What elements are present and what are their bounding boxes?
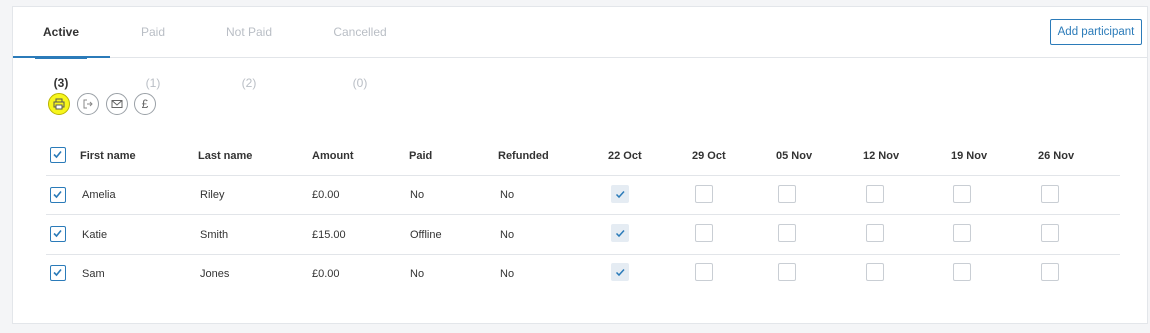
header-paid[interactable]: Paid bbox=[409, 150, 432, 162]
email-icon[interactable] bbox=[106, 93, 128, 115]
header-first-name[interactable]: First name bbox=[80, 150, 136, 162]
cell-amount: £0.00 bbox=[312, 189, 340, 201]
row-divider bbox=[46, 254, 1120, 255]
header-date-12-nov: 12 Nov bbox=[863, 150, 900, 162]
attendance-checkbox[interactable] bbox=[953, 185, 971, 203]
attendance-checkbox[interactable] bbox=[778, 224, 796, 242]
cell-amount: £15.00 bbox=[312, 229, 346, 241]
tab-active[interactable]: Active (3) bbox=[35, 7, 87, 90]
attendance-checkbox[interactable] bbox=[1041, 263, 1059, 281]
cell-last-name: Riley bbox=[200, 189, 225, 201]
attendance-checkbox[interactable] bbox=[778, 185, 796, 203]
attendance-checkbox[interactable] bbox=[953, 224, 971, 242]
attendance-checkbox[interactable] bbox=[866, 185, 884, 203]
pound-icon[interactable]: £ bbox=[134, 93, 156, 115]
add-participant-button[interactable]: Add participant bbox=[1050, 19, 1142, 45]
attendance-checkbox[interactable] bbox=[611, 263, 629, 281]
header-last-name[interactable]: Last name bbox=[198, 150, 252, 162]
attendance-checkbox[interactable] bbox=[611, 224, 629, 242]
header-date-19-nov: 19 Nov bbox=[951, 150, 988, 162]
attendance-checkbox[interactable] bbox=[695, 185, 713, 203]
participants-panel: Active (3) Paid (1) Not Paid (2) Cancell… bbox=[12, 6, 1148, 324]
row-divider bbox=[46, 175, 1120, 176]
cell-first-name: Katie bbox=[82, 229, 108, 241]
attendance-checkbox[interactable] bbox=[778, 263, 796, 281]
attendance-checkbox[interactable] bbox=[866, 224, 884, 242]
header-date-05-nov: 05 Nov bbox=[776, 150, 813, 162]
cell-first-name: Sam bbox=[82, 268, 105, 280]
row-select-checkbox[interactable] bbox=[50, 226, 66, 242]
cell-refunded: No bbox=[500, 268, 515, 280]
header-date-22-oct: 22 Oct bbox=[608, 150, 642, 162]
row-divider bbox=[46, 214, 1120, 215]
export-icon[interactable] bbox=[77, 93, 99, 115]
header-date-26-nov: 26 Nov bbox=[1038, 150, 1075, 162]
tab-paid[interactable]: Paid (1) bbox=[132, 7, 174, 90]
cell-paid: No bbox=[410, 189, 425, 201]
tab-cancelled[interactable]: Cancelled (0) bbox=[325, 7, 395, 90]
tab-bar: Active (3) Paid (1) Not Paid (2) Cancell… bbox=[13, 7, 1147, 90]
cell-refunded: No bbox=[500, 229, 515, 241]
print-icon[interactable] bbox=[48, 93, 70, 115]
cell-amount: £0.00 bbox=[312, 268, 340, 280]
cell-paid: Offline bbox=[410, 229, 442, 241]
attendance-checkbox[interactable] bbox=[695, 263, 713, 281]
cell-refunded: No bbox=[500, 189, 515, 201]
select-all-checkbox[interactable] bbox=[50, 147, 66, 163]
attendance-checkbox[interactable] bbox=[1041, 185, 1059, 203]
header-refunded[interactable]: Refunded bbox=[498, 150, 549, 162]
active-tab-indicator bbox=[13, 56, 110, 58]
cell-last-name: Smith bbox=[200, 229, 229, 241]
attendance-checkbox[interactable] bbox=[866, 263, 884, 281]
tab-not-paid[interactable]: Not Paid (2) bbox=[217, 7, 281, 90]
row-select-checkbox[interactable] bbox=[50, 265, 66, 281]
attendance-checkbox[interactable] bbox=[695, 224, 713, 242]
cell-first-name: Amelia bbox=[82, 189, 116, 201]
attendance-checkbox[interactable] bbox=[1041, 224, 1059, 242]
cell-paid: No bbox=[410, 268, 425, 280]
attendance-checkbox[interactable] bbox=[953, 263, 971, 281]
header-amount[interactable]: Amount bbox=[312, 150, 354, 162]
header-date-29-oct: 29 Oct bbox=[692, 150, 726, 162]
cell-last-name: Jones bbox=[200, 268, 230, 280]
attendance-checkbox[interactable] bbox=[611, 185, 629, 203]
row-select-checkbox[interactable] bbox=[50, 187, 66, 203]
